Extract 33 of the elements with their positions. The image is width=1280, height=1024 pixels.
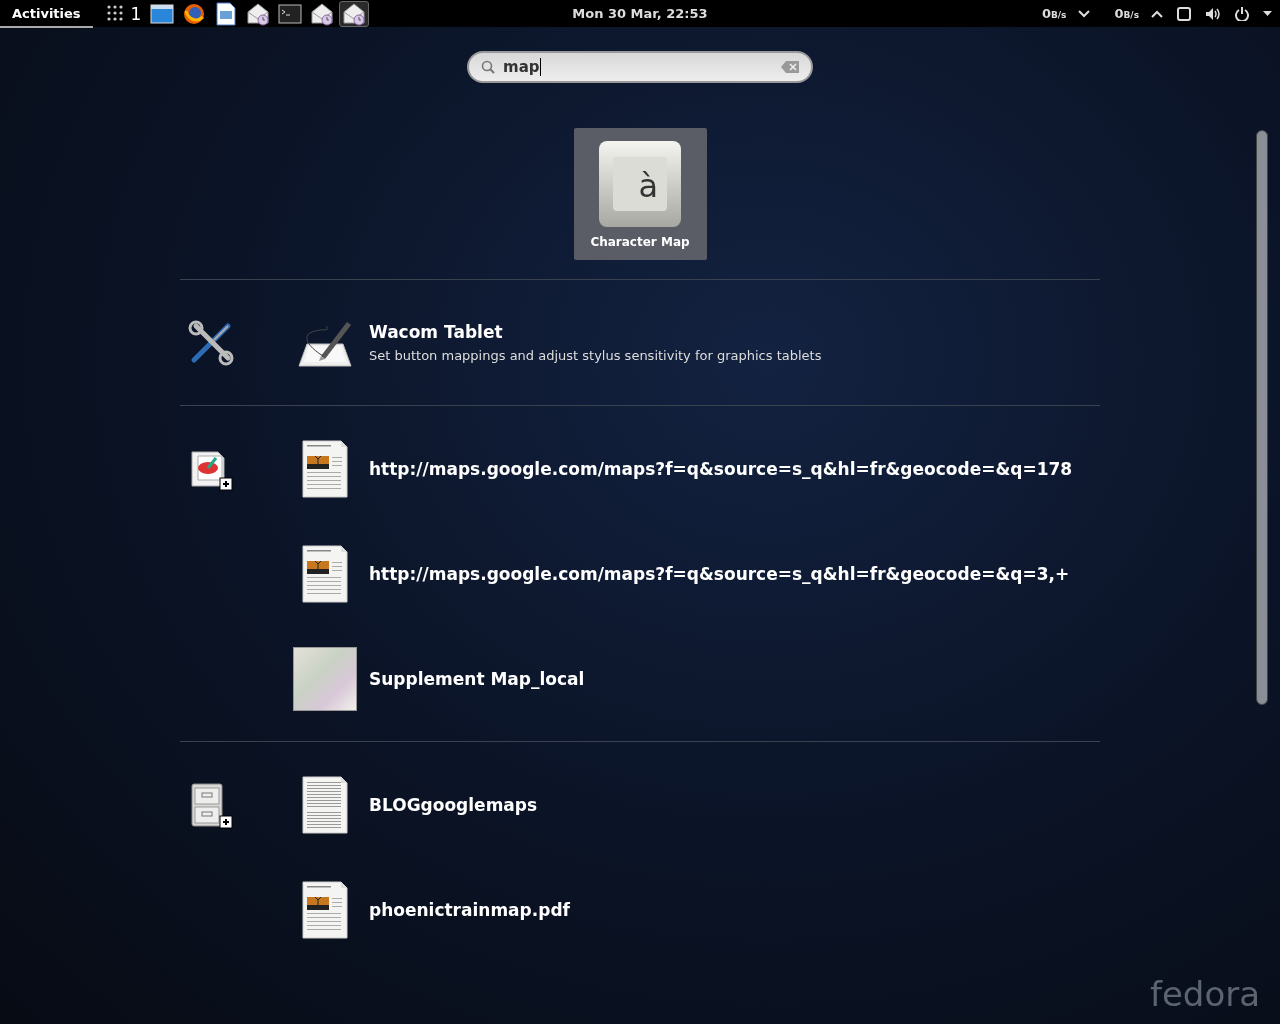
result-title[interactable]: http://maps.google.com/maps?f=q&source=s_q&hl=fr&geocode=&q=3,+ — [369, 563, 1070, 584]
document-thumbnail — [302, 439, 348, 498]
result-title[interactable]: phoenictrainmap.pdf — [369, 899, 570, 920]
volume-icon[interactable] — [1205, 6, 1221, 21]
key-glyph: à — [638, 170, 658, 202]
wrench-screwdriver-icon — [188, 320, 234, 366]
document-icon[interactable] — [216, 1, 237, 26]
network-speed[interactable]: 0B/s — [1114, 6, 1139, 21]
wallpaper-logo: fedora — [1149, 974, 1260, 1014]
search-field[interactable]: map — [467, 51, 813, 83]
caret-icon[interactable] — [1263, 10, 1272, 17]
power-icon[interactable] — [1235, 6, 1249, 21]
network-speed[interactable]: 0B/s — [1041, 6, 1067, 21]
document-thumbnail — [302, 880, 348, 939]
screen-icon[interactable] — [1177, 6, 1191, 21]
activities-button[interactable]: Activities — [0, 0, 93, 28]
text-document-icon — [302, 775, 348, 834]
file-cabinet-icon — [188, 782, 234, 830]
workspace-indicator[interactable]: 1 — [130, 3, 142, 24]
search-icon — [481, 60, 495, 74]
result-description: Set button mappings and adjust stylus sensitivity for graphics tablets — [369, 348, 822, 363]
chevron-up-icon[interactable] — [1151, 9, 1163, 18]
app-grid-icon[interactable] — [106, 4, 125, 23]
result-title[interactable]: Wacom Tablet — [369, 322, 822, 342]
result-title[interactable]: BLOGgooglemaps — [369, 794, 538, 815]
document-thumbnail — [302, 544, 348, 603]
clock[interactable]: Mon 30 Mar, 22:53 — [572, 6, 708, 21]
scrollbar[interactable] — [1256, 130, 1268, 705]
result-title[interactable]: Supplement Map_local — [369, 668, 585, 689]
app-tile[interactable]: à Character Map — [573, 128, 707, 260]
chevron-down-icon[interactable] — [1078, 9, 1091, 18]
photo-placeholder — [293, 646, 357, 711]
result-title[interactable]: http://maps.google.com/maps?f=q&source=s_q&hl=fr&geocode=&q=178 — [369, 458, 1073, 479]
